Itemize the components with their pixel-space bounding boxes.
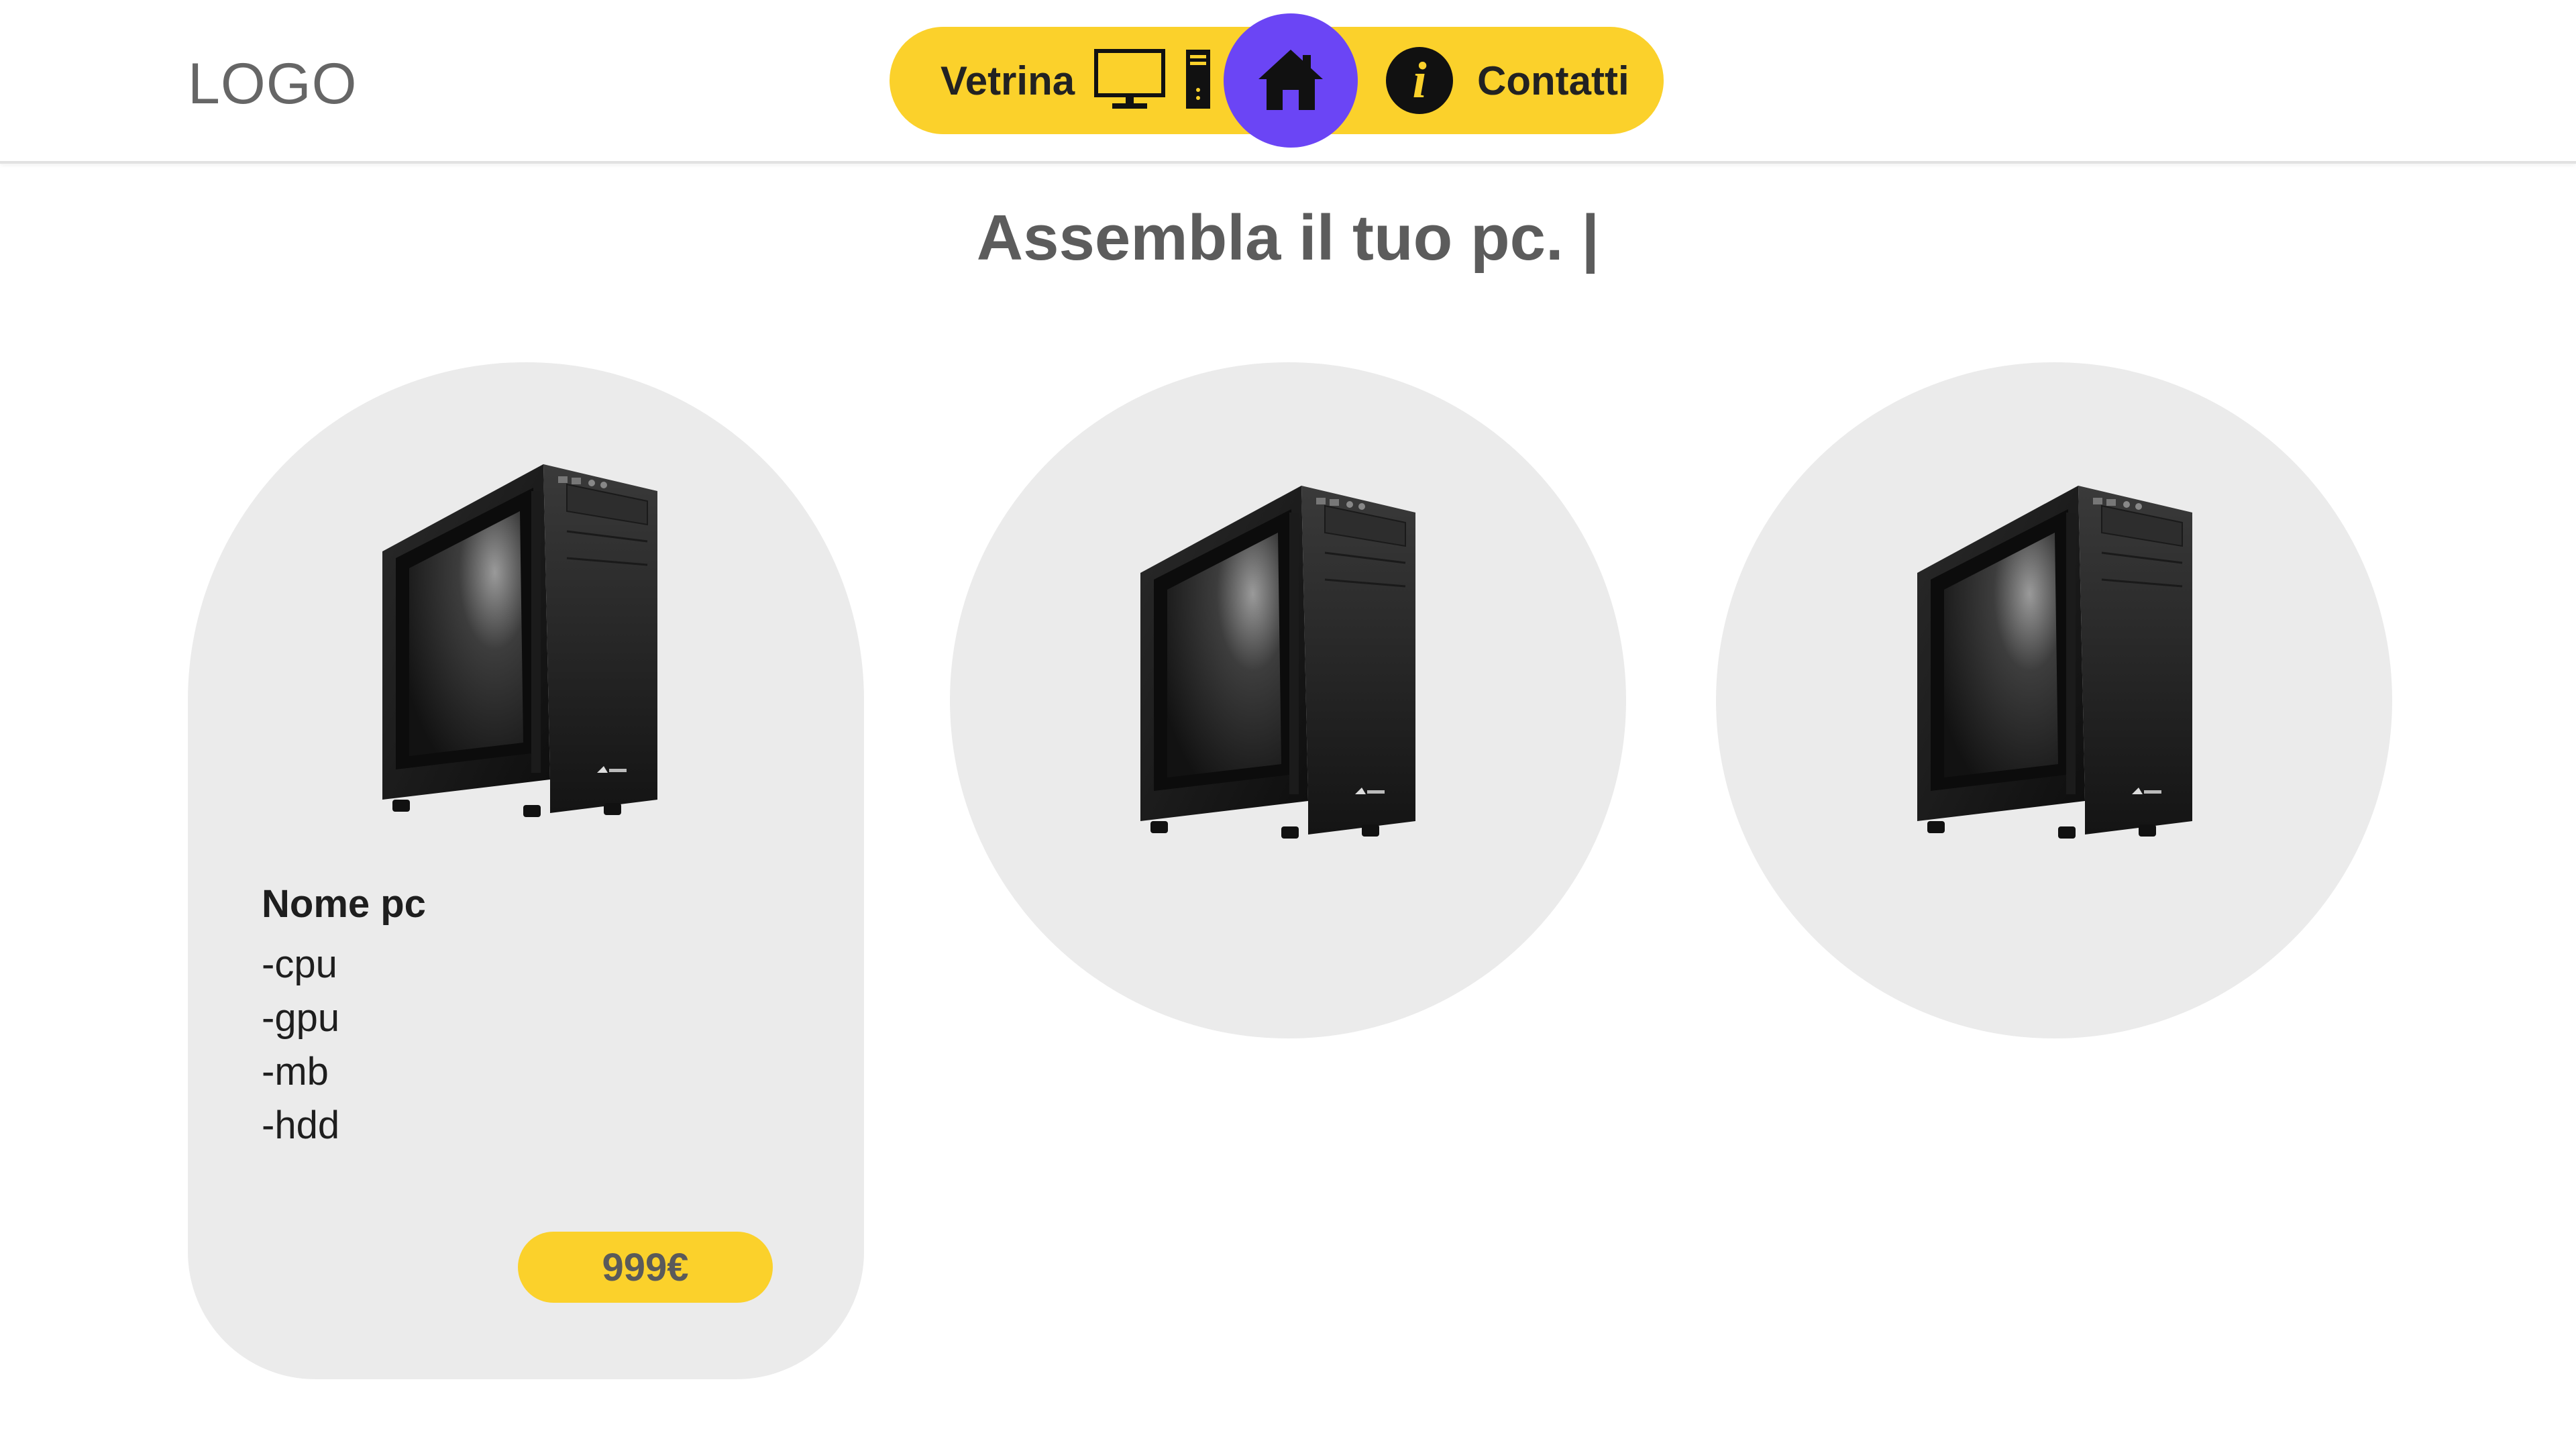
nav-contatti-button[interactable]: i Contatti — [1386, 27, 1629, 134]
home-icon — [1256, 47, 1326, 115]
product-card[interactable] — [1716, 362, 2392, 1038]
pc-case-image — [382, 464, 664, 840]
pc-tower-icon — [1185, 48, 1212, 113]
spec-item: -hdd — [262, 1104, 340, 1147]
spec-list: -cpu -gpu -mb -hdd — [262, 938, 339, 1152]
monitor-icon — [1093, 48, 1166, 113]
spec-item: -cpu — [262, 943, 337, 986]
product-card[interactable] — [950, 362, 1626, 1038]
nav-contatti-label: Contatti — [1477, 58, 1629, 103]
page-headline: Assembla il tuo pc. | — [976, 202, 1600, 274]
spec-item: -mb — [262, 1050, 329, 1093]
pc-case-image — [1140, 486, 1422, 861]
pc-case-image — [1917, 486, 2199, 861]
nav-vetrina-label: Vetrina — [941, 58, 1075, 103]
info-icon: i — [1386, 47, 1453, 114]
nav-vetrina-button[interactable]: Vetrina — [941, 27, 1212, 134]
product-card-expanded[interactable]: Nome pc -cpu -gpu -mb -hdd 999€ — [188, 362, 864, 1379]
product-name: Nome pc — [262, 882, 426, 926]
top-header: LOGO Vetrina i Contatti — [0, 0, 2576, 164]
home-button[interactable] — [1224, 13, 1358, 148]
spec-item: -gpu — [262, 996, 340, 1040]
price-button[interactable]: 999€ — [518, 1232, 773, 1303]
logo[interactable]: LOGO — [188, 51, 358, 117]
